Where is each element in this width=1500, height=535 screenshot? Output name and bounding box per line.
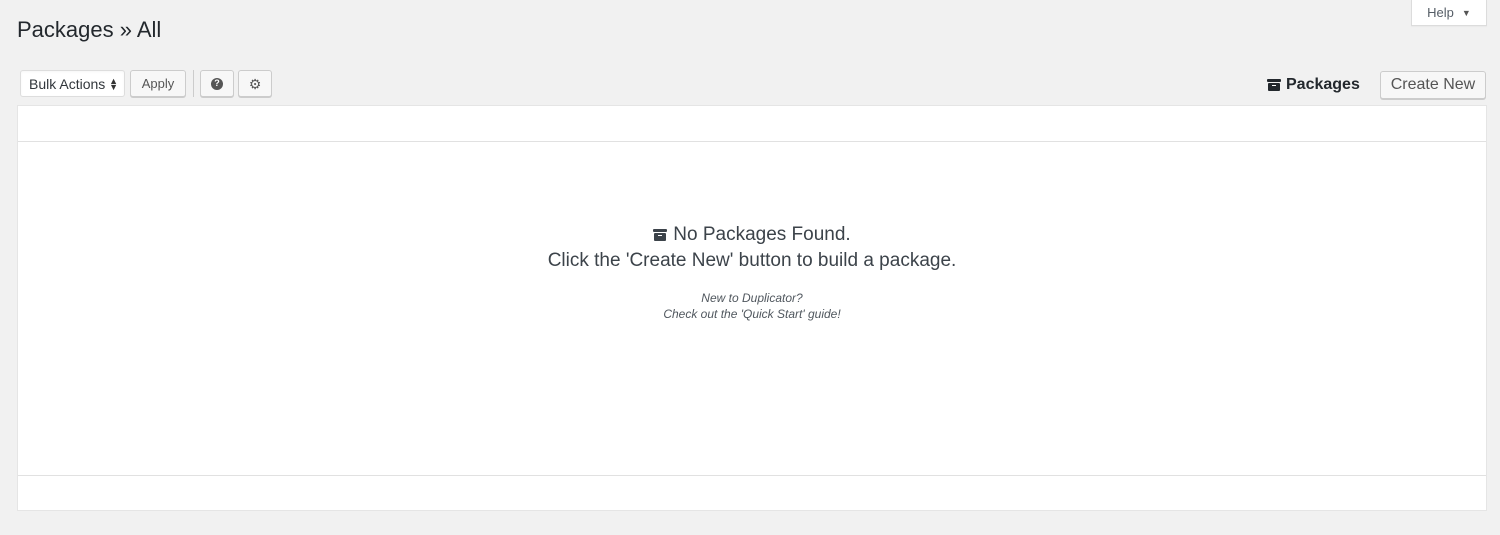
empty-heading-text: No Packages Found.: [673, 224, 851, 245]
help-button[interactable]: ?: [200, 70, 234, 97]
empty-state: No Packages Found. Click the 'Create New…: [18, 222, 1486, 322]
archive-icon: [1267, 79, 1281, 91]
bulk-actions-select[interactable]: Bulk Actions ▲ ▼: [20, 70, 125, 97]
table-empty-row: No Packages Found. Click the 'Create New…: [18, 142, 1486, 476]
help-tab[interactable]: Help ▼: [1411, 0, 1487, 26]
packages-table: No Packages Found. Click the 'Create New…: [17, 105, 1487, 511]
toolbar-divider: [193, 70, 194, 97]
create-new-button[interactable]: Create New: [1380, 71, 1486, 99]
select-arrows-icon: ▲ ▼: [109, 75, 118, 92]
caret-down-icon: ▼: [1461, 7, 1471, 18]
archive-icon: [653, 229, 668, 241]
settings-button[interactable]: ⚙: [238, 70, 272, 97]
quick-start-link[interactable]: Check out the 'Quick Start' guide!: [18, 306, 1486, 322]
page-title: Packages » All: [17, 17, 162, 42]
question-circle-icon: ?: [211, 77, 223, 90]
packages-heading: Packages: [1267, 76, 1360, 94]
empty-heading: No Packages Found.: [18, 222, 1486, 248]
apply-button[interactable]: Apply: [130, 70, 186, 97]
table-header-row: [18, 106, 1486, 142]
help-tab-label[interactable]: Help: [1427, 5, 1454, 20]
quick-start-note[interactable]: New to Duplicator? Check out the 'Quick …: [18, 290, 1486, 322]
gear-icon: ⚙: [248, 75, 262, 92]
packages-label: Packages: [1286, 76, 1360, 93]
bulk-actions-label: Bulk Actions: [29, 75, 106, 92]
quick-start-note-line1: New to Duplicator?: [701, 291, 803, 305]
duplicator-packages-page: Help ▼ Packages » All Bulk Actions ▲ ▼ Ap…: [0, 0, 1500, 535]
empty-message: Click the 'Create New' button to build a…: [547, 250, 957, 271]
